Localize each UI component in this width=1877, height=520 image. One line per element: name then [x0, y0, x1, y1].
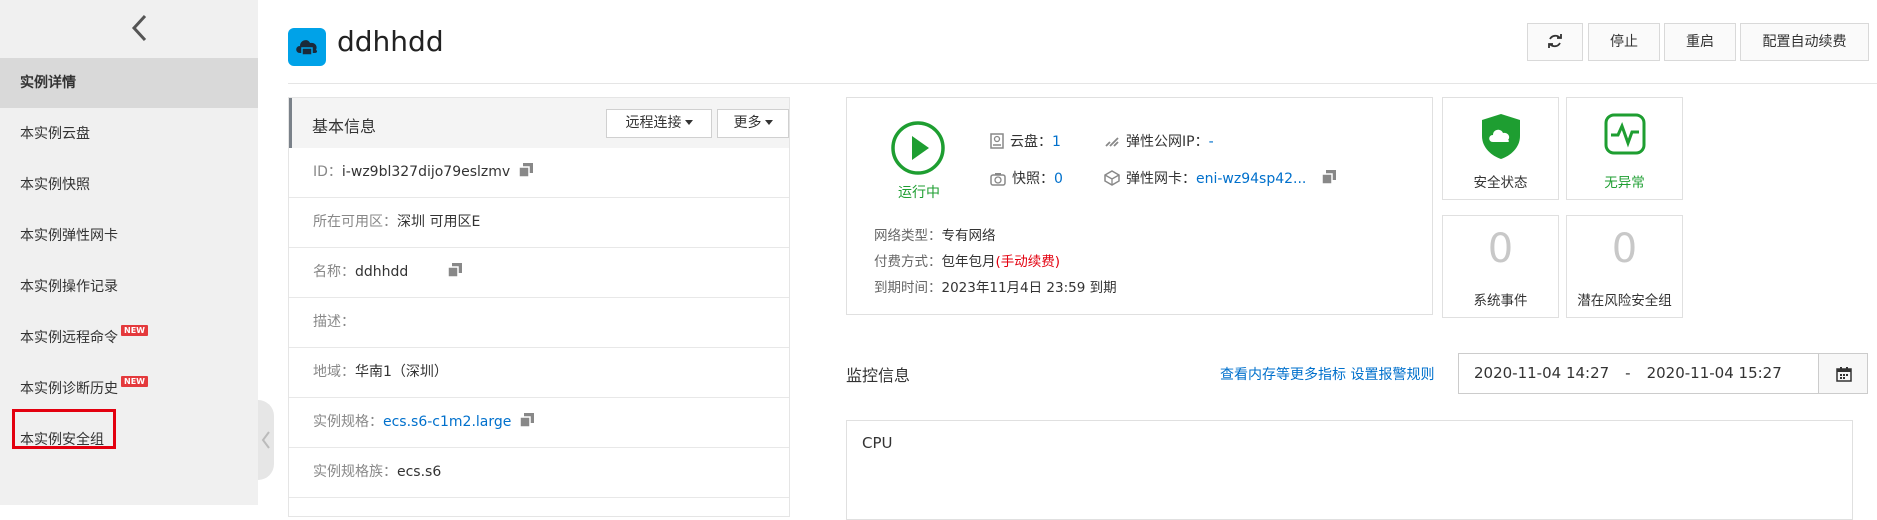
restart-button[interactable]: 重启	[1664, 23, 1736, 61]
network-type: 网络类型：专有网络	[874, 228, 996, 244]
cloud-server-icon	[288, 28, 326, 66]
remote-connect-button[interactable]: 远程连接	[606, 109, 712, 138]
info-row-name: 名称：ddhhdd	[289, 248, 789, 298]
snapshot-icon	[990, 172, 1006, 190]
basic-info-header: 基本信息 远程连接 更多	[289, 98, 789, 148]
snapshot-count: 快照：0	[990, 168, 1063, 190]
health-label: 无异常	[1604, 175, 1645, 191]
alarm-rules-link[interactable]: 设置报警规则	[1350, 367, 1434, 383]
risk-groups-count: 0	[1611, 226, 1638, 272]
stop-button[interactable]: 停止	[1588, 23, 1660, 61]
health-card[interactable]: 无异常	[1566, 97, 1683, 200]
cpu-label: CPU	[862, 434, 893, 452]
copy-icon[interactable]	[517, 150, 534, 199]
basic-info-title: 基本信息	[312, 117, 377, 136]
info-row-description: 描述：	[289, 298, 789, 348]
sidebar-item-operation-logs[interactable]: 本实例操作记录	[0, 262, 258, 312]
disk-count-link[interactable]: 1	[1052, 134, 1061, 150]
auto-renew-button[interactable]: 配置自动续费	[1740, 23, 1869, 61]
highlight-box	[12, 409, 116, 449]
new-badge: NEW	[121, 325, 148, 336]
copy-icon[interactable]	[1321, 169, 1337, 189]
sidebar: 实例详情 本实例云盘 本实例快照 本实例弹性网卡 本实例操作记录 本实例远程命令…	[0, 0, 258, 505]
shield-cloud-icon	[1482, 114, 1520, 159]
running-play-icon	[890, 120, 946, 180]
monitor-links: 查看内存等更多指标 设置报警规则	[1220, 364, 1434, 384]
sidebar-item-instance-details[interactable]: 实例详情	[0, 58, 258, 108]
cpu-chart-box: CPU	[846, 420, 1853, 520]
status-panel: 运行中 云盘：1 快照：0 弹性公网IP：- 弹性网卡：eni-wz94sp42…	[846, 97, 1433, 315]
copy-icon[interactable]	[519, 400, 535, 449]
calendar-icon	[1836, 367, 1852, 382]
eip: 弹性公网IP：-	[1104, 131, 1214, 153]
info-row-id: ID：i-wz9bl327dijo79eslzmv	[289, 148, 789, 198]
running-status: 运行中	[898, 185, 940, 201]
expire-time: 到期时间：2023年11月4日 23:59 到期	[874, 280, 1117, 296]
caret-down-icon	[684, 120, 693, 125]
payment-method: 付费方式：包年包月(手动续费)	[874, 254, 1061, 270]
risk-groups-label: 潜在风险安全组	[1577, 293, 1672, 309]
heartbeat-icon	[1604, 113, 1646, 155]
date-start: 2020-11-04 14:27	[1474, 364, 1610, 382]
eni: 弹性网卡：eni-wz94sp42...	[1104, 168, 1337, 190]
eni-link[interactable]: eni-wz94sp42...	[1196, 171, 1306, 187]
back-chevron-icon[interactable]	[126, 12, 154, 44]
network-card-icon	[1104, 170, 1120, 190]
system-events-label: 系统事件	[1473, 293, 1528, 309]
info-row-instance-type: 实例规格：ecs.s6-c1m2.large	[289, 398, 789, 448]
sidebar-item-disks[interactable]: 本实例云盘	[0, 109, 258, 159]
link-icon	[1104, 135, 1120, 153]
sidebar-item-eni[interactable]: 本实例弹性网卡	[0, 211, 258, 261]
info-row-region: 地域：华南1（深圳）	[289, 348, 789, 398]
snapshot-count-link[interactable]: 0	[1054, 171, 1063, 187]
calendar-button[interactable]	[1818, 353, 1868, 394]
system-events-card[interactable]: 0 系统事件	[1442, 215, 1559, 318]
sidebar-item-remote-commands[interactable]: 本实例远程命令 NEW	[0, 313, 258, 363]
risk-groups-card[interactable]: 0 潜在风险安全组	[1566, 215, 1683, 318]
info-row-instance-family: 实例规格族：ecs.s6	[289, 448, 789, 498]
page-header: ddhhdd 停止 重启 配置自动续费	[288, 0, 1877, 84]
instance-type-link[interactable]: ecs.s6-c1m2.large	[383, 414, 511, 430]
basic-info-panel: 基本信息 远程连接 更多 ID：i-wz9bl327dijo79eslzmv 所…	[288, 97, 790, 517]
security-status-label: 安全状态	[1473, 175, 1528, 191]
system-events-count: 0	[1487, 226, 1514, 272]
date-range-input[interactable]: 2020-11-04 14:27-2020-11-04 15:27	[1458, 353, 1819, 394]
info-row-zone: 所在可用区：深圳 可用区E	[289, 198, 789, 248]
more-metrics-link[interactable]: 查看内存等更多指标	[1220, 367, 1346, 383]
sidebar-item-snapshots[interactable]: 本实例快照	[0, 160, 258, 210]
date-end: 2020-11-04 15:27	[1646, 364, 1782, 382]
more-button[interactable]: 更多	[717, 109, 789, 138]
disk-icon	[990, 133, 1004, 153]
disk-count: 云盘：1	[990, 131, 1061, 153]
chevron-left-icon	[261, 431, 270, 449]
instance-id: i-wz9bl327dijo79eslzmv	[341, 164, 511, 180]
security-status-card[interactable]: 安全状态	[1442, 97, 1559, 200]
edit-name-icon[interactable]	[447, 250, 463, 299]
monitor-title: 监控信息	[846, 366, 911, 385]
refresh-icon	[1548, 34, 1562, 48]
collapse-sidebar-handle[interactable]	[258, 400, 274, 480]
new-badge: NEW	[121, 376, 148, 387]
refresh-button[interactable]	[1527, 23, 1583, 61]
manual-renew-note: (手动续费)	[995, 254, 1061, 270]
caret-down-icon	[764, 120, 773, 125]
page-title: ddhhdd	[337, 25, 444, 58]
sidebar-item-diagnosis-history[interactable]: 本实例诊断历史 NEW	[0, 364, 258, 414]
